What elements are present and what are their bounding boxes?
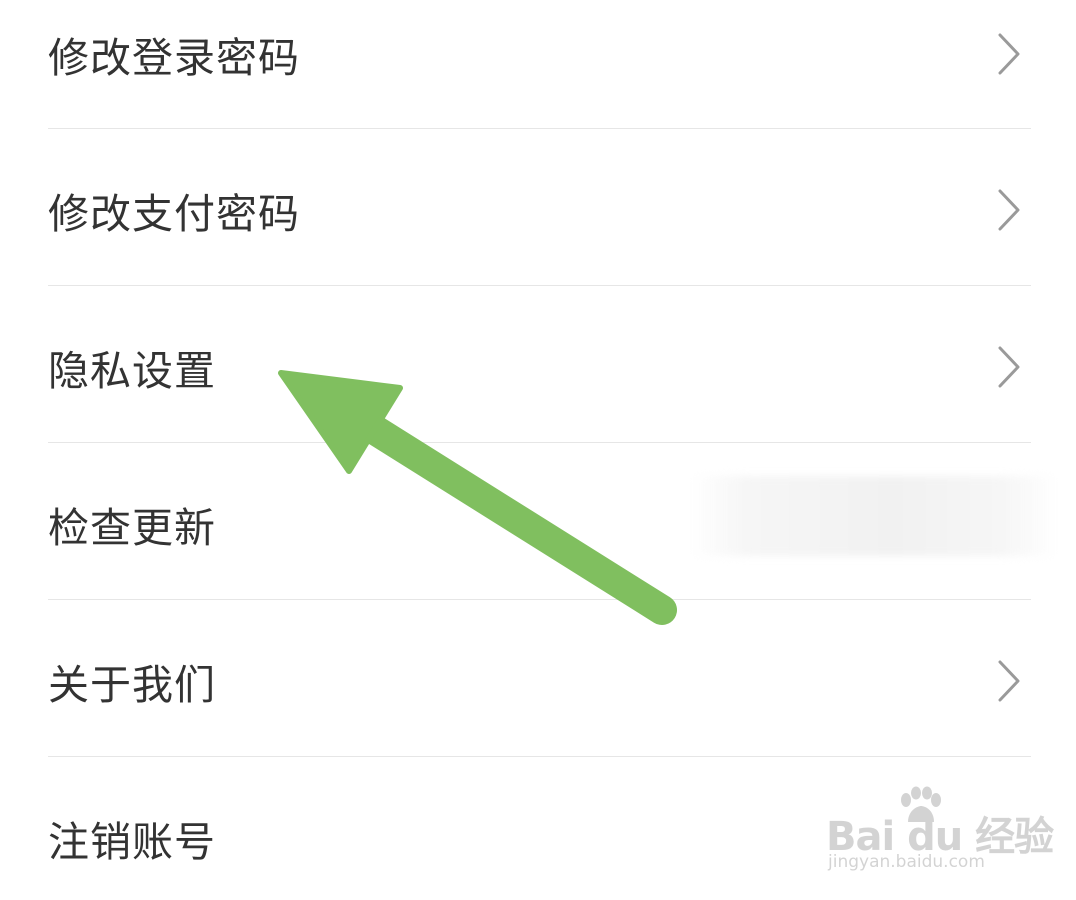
watermark-url-text: jingyan.baidu.com (828, 852, 985, 872)
menu-item-label: 关于我们 (48, 660, 216, 709)
chevron-right-icon (998, 346, 1020, 387)
divider (48, 599, 1031, 600)
menu-item-label: 修改支付密码 (48, 189, 300, 238)
divider (48, 756, 1031, 757)
menu-item-change-login-password[interactable]: 修改登录密码 (0, 0, 1076, 132)
blurred-version-info (690, 476, 1058, 556)
menu-item-label: 修改登录密码 (48, 33, 300, 82)
chevron-right-icon (998, 33, 1020, 74)
divider (48, 285, 1031, 286)
settings-screen: 修改登录密码 修改支付密码 隐私设置 检查更新 关于我们 注销账号 Bai du… (0, 0, 1076, 900)
menu-item-change-payment-password[interactable]: 修改支付密码 (0, 131, 1076, 288)
menu-item-label: 注销账号 (48, 817, 216, 866)
divider (48, 128, 1031, 129)
divider (48, 442, 1031, 443)
chevron-right-icon (998, 189, 1020, 230)
menu-item-label: 检查更新 (48, 503, 216, 552)
menu-item-about-us[interactable]: 关于我们 (0, 602, 1076, 759)
chevron-right-icon (998, 660, 1020, 701)
menu-item-label: 隐私设置 (48, 346, 216, 395)
baidu-logo-watermark: Bai du 经验 jingyan.baidu.com (822, 786, 1054, 880)
menu-item-privacy-settings[interactable]: 隐私设置 (0, 288, 1076, 445)
